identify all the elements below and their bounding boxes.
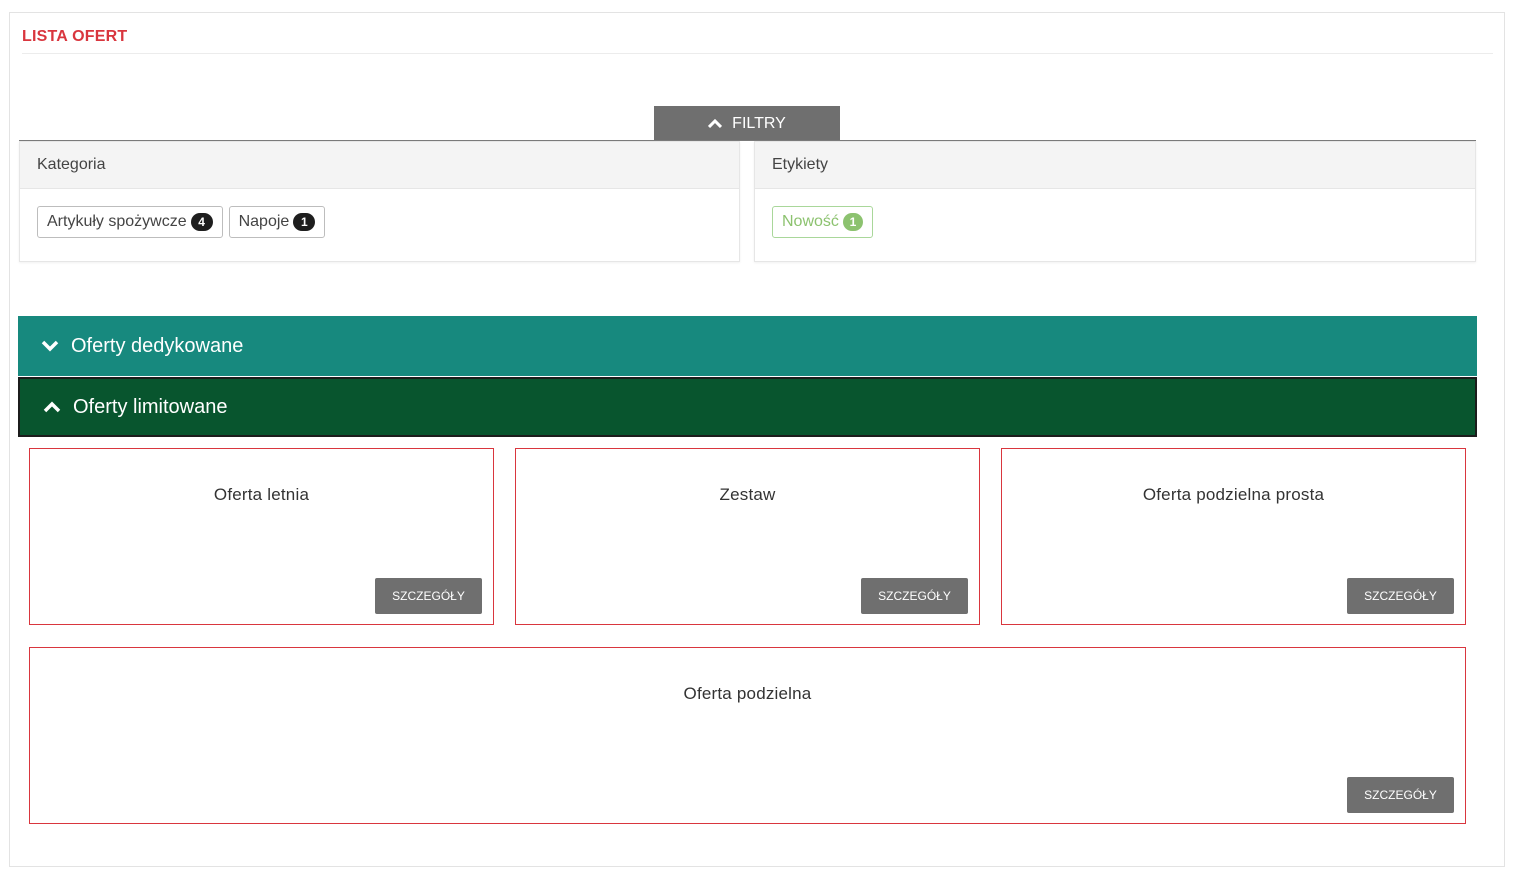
category-filter-box: Kategoria Artykuły spożywcze 4 Napoje 1 (19, 141, 740, 262)
category-chip-drinks[interactable]: Napoje 1 (228, 206, 326, 238)
chip-count-badge: 1 (842, 213, 863, 231)
chevron-up-icon (43, 401, 61, 413)
section-title: Oferty dedykowane (71, 334, 244, 357)
chip-label: Artykuły spożywcze (47, 213, 187, 230)
tag-chip-new[interactable]: Nowość 1 (772, 206, 873, 238)
chip-label: Nowość (782, 213, 839, 230)
chevron-up-icon (708, 118, 723, 128)
filters-toggle-button[interactable]: FILTRY (654, 106, 840, 141)
offer-name: Oferta letnia (213, 485, 310, 504)
offer-card: Oferta podzielna SZCZEGÓŁY (29, 647, 1466, 824)
category-chip-food[interactable]: Artykuły spożywcze 4 (37, 206, 223, 238)
filters-toggle-label: FILTRY (732, 114, 786, 132)
details-button[interactable]: SZCZEGÓŁY (375, 578, 482, 614)
section-title: Oferty limitowane (73, 395, 228, 418)
section-dedicated-offers[interactable]: Oferty dedykowane (18, 316, 1477, 376)
offer-name: Oferta podzielna (683, 684, 812, 703)
offer-name: Zestaw (719, 485, 776, 504)
chip-count-badge: 4 (190, 213, 213, 231)
details-button[interactable]: SZCZEGÓŁY (1347, 777, 1454, 813)
offer-name: Oferta podzielna prosta (1142, 485, 1325, 504)
section-limited-offers[interactable]: Oferty limitowane (18, 377, 1477, 437)
offer-card: Zestaw SZCZEGÓŁY (515, 448, 980, 625)
page-title: LISTA OFERT (22, 28, 128, 45)
tags-filter-box: Etykiety Nowość 1 (754, 141, 1476, 262)
details-button[interactable]: SZCZEGÓŁY (861, 578, 968, 614)
chip-count-badge: 1 (293, 213, 316, 231)
chevron-down-icon (41, 340, 59, 352)
details-button[interactable]: SZCZEGÓŁY (1347, 578, 1454, 614)
offer-card: Oferta letnia SZCZEGÓŁY (29, 448, 494, 625)
chip-label: Napoje (238, 213, 290, 230)
offer-card: Oferta podzielna prosta SZCZEGÓŁY (1001, 448, 1466, 625)
title-divider (22, 53, 1493, 54)
tags-filter-header: Etykiety (755, 142, 1475, 189)
category-filter-header: Kategoria (20, 142, 739, 189)
